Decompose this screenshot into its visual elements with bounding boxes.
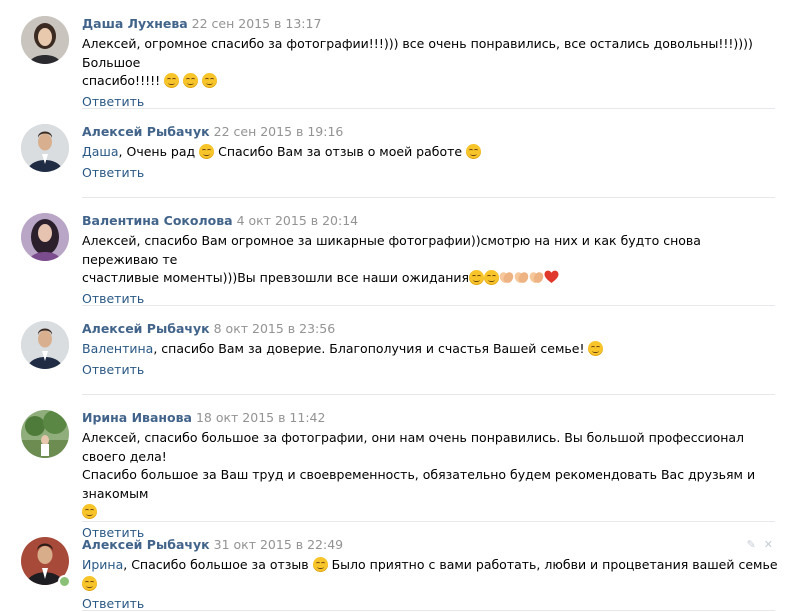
comment-text-line: Алексей, огромное спасибо за фотографии!… — [82, 36, 753, 70]
comment-text-line: Спасибо большое за Ваш труд и своевремен… — [82, 467, 756, 501]
smiling-face-emoji-icon — [588, 341, 604, 356]
smiling-face-emoji-icon — [312, 557, 328, 572]
comment-text: Даша, Очень рад Спасибо Вам за отзыв о м… — [82, 143, 781, 162]
reply-link[interactable]: Ответить — [82, 165, 144, 181]
smiling-face-emoji-icon — [484, 270, 500, 285]
comment-text: Алексей, спасибо большое за фотографии, … — [82, 429, 781, 522]
comment-author[interactable]: Валентина Соколова — [82, 213, 233, 228]
comment-author[interactable]: Ирина Иванова — [82, 410, 192, 425]
pencil-icon[interactable]: ✎ — [747, 538, 756, 551]
comment-actions: ✎ ✕ — [739, 538, 773, 551]
smiling-face-emoji-icon — [164, 73, 180, 88]
addressee-link[interactable]: Даша — [82, 144, 119, 159]
reply-link[interactable]: Ответить — [82, 362, 144, 378]
divider — [82, 610, 775, 611]
comment-author[interactable]: Алексей Рыбачук — [82, 321, 210, 336]
comment-text-line: Алексей, спасибо Вам огромное за шикарны… — [82, 233, 701, 267]
comment-date[interactable]: 18 окт 2015 в 11:42 — [196, 410, 325, 425]
avatar[interactable] — [21, 16, 69, 64]
comment-text-line: Алексей, спасибо большое за фотографии, … — [82, 430, 745, 464]
avatar[interactable] — [21, 321, 69, 369]
comments-list: Даша Лухнева 22 сен 2015 в 13:17 Алексей… — [0, 0, 795, 612]
smiling-face-emoji-icon — [199, 144, 215, 159]
comment-text-line: , Спасибо большое за отзыв — [123, 557, 313, 572]
comment-text-line: Спасибо Вам за отзыв о моей работе — [214, 144, 467, 159]
clapping-hands-emoji-icon — [499, 270, 514, 285]
clapping-hands-emoji-icon — [514, 270, 529, 285]
divider — [82, 521, 775, 522]
avatar[interactable] — [21, 410, 69, 458]
comment-text-line: , Очень рад — [118, 144, 200, 159]
divider — [82, 197, 775, 198]
comment-date[interactable]: 22 сен 2015 в 13:17 — [192, 16, 322, 31]
comment-date[interactable]: 22 сен 2015 в 19:16 — [214, 124, 344, 139]
comment-date[interactable]: 8 окт 2015 в 23:56 — [214, 321, 336, 336]
comment-author[interactable]: Алексей Рыбачук — [82, 537, 210, 552]
clapping-hands-emoji-icon — [529, 270, 544, 285]
avatar[interactable] — [21, 213, 69, 261]
comment-text-line: Было приятно с вами работать, любви и пр… — [327, 557, 778, 572]
comment-text-line: спасибо!!!!! — [82, 73, 165, 88]
divider — [82, 305, 775, 306]
divider — [82, 108, 775, 109]
smiling-face-emoji-icon — [202, 73, 218, 88]
divider — [82, 394, 775, 395]
comment-date[interactable]: 31 окт 2015 в 22:49 — [214, 537, 343, 552]
comment-date[interactable]: 4 окт 2015 в 20:14 — [237, 213, 359, 228]
comment-text: Валентина, спасибо Вам за доверие. Благо… — [82, 340, 781, 359]
comment-text-line: , спасибо Вам за доверие. Благополучия и… — [153, 341, 589, 356]
avatar[interactable] — [21, 124, 69, 172]
smiling-face-emoji-icon — [183, 73, 199, 88]
comment-author[interactable]: Алексей Рыбачук — [82, 124, 210, 139]
comment-text: Алексей, спасибо Вам огромное за шикарны… — [82, 232, 781, 288]
close-icon[interactable]: ✕ — [764, 538, 773, 551]
smiling-face-emoji-icon — [469, 270, 485, 285]
comment-text-line: счастливые моменты)))Вы превзошли все на… — [82, 270, 470, 285]
red-heart-emoji-icon — [544, 270, 559, 284]
smiling-face-emoji-icon — [82, 575, 97, 591]
addressee-link[interactable]: Ирина — [82, 557, 123, 572]
addressee-link[interactable]: Валентина — [82, 341, 153, 356]
comment-author[interactable]: Даша Лухнева — [82, 16, 188, 31]
smiling-face-emoji-icon — [82, 504, 97, 519]
comment-text: Ирина, Спасибо большое за отзыв Было при… — [82, 556, 781, 593]
comment-text: Алексей, огромное спасибо за фотографии!… — [82, 35, 781, 91]
smiling-face-emoji-icon — [466, 144, 482, 159]
online-status-indicator — [58, 575, 71, 588]
